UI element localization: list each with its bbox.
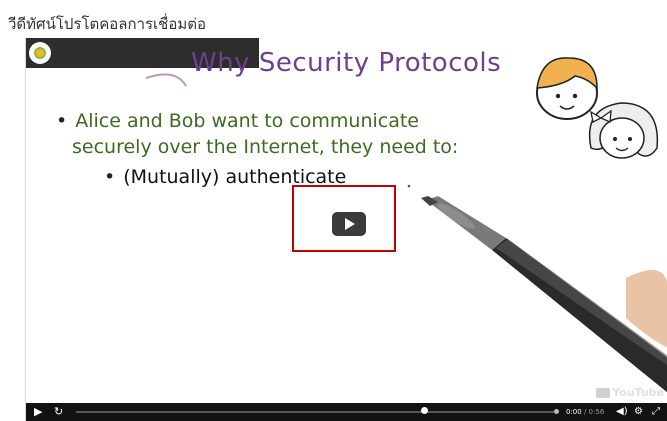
progress-marker[interactable] [421, 407, 428, 414]
page-title: วีดีทัศน์โปรโตคอลการเชื่อมต่อ [8, 15, 207, 33]
youtube-watermark[interactable]: YouTube [596, 386, 664, 399]
bullet-dot: • [104, 166, 116, 188]
pen-image [421, 196, 667, 393]
volume-icon[interactable]: ◀) [616, 405, 628, 419]
bullet-1-line-1: Alice and Bob want to communicate [75, 110, 419, 132]
video-top-actions: ◷ ➦ [592, 44, 662, 58]
youtube-watermark-text: YouTube [612, 386, 664, 399]
control-play-icon[interactable]: ▶ [34, 405, 42, 419]
bullet-1-line-2: securely over the Internet, they need to… [72, 136, 459, 158]
channel-logo-icon[interactable] [29, 42, 51, 64]
slide-heading: Why Security Protocols [191, 48, 502, 78]
scrubber-handle[interactable] [554, 409, 559, 414]
replay-icon[interactable]: ↻ [54, 405, 63, 419]
time-display: 0:00 / 0:56 [566, 406, 604, 418]
youtube-logo-icon [596, 387, 611, 398]
control-bar: ▶ ↻ 0:00 / 0:56 ◀) ⚙ ⤢ [26, 403, 667, 421]
bullet-dot: • [56, 110, 68, 132]
bob-avatar [536, 57, 598, 120]
slide-dot [407, 184, 411, 188]
progress-bar[interactable] [76, 411, 556, 413]
duration: / 0:56 [583, 408, 605, 416]
watch-later-button[interactable]: ◷ [592, 44, 618, 58]
clock-icon: ◷ [598, 43, 612, 59]
fullscreen-icon[interactable]: ⤢ [652, 405, 660, 419]
slide-bullet-1: • Alice and Bob want to communicate secur… [56, 108, 458, 160]
settings-icon[interactable]: ⚙ [634, 405, 643, 419]
video-player[interactable]: ◷ ➦ Why Security Protocols • Alice and Bo… [25, 38, 667, 421]
current-time: 0:00 [566, 408, 582, 416]
share-icon: ➦ [643, 43, 655, 59]
slide-scribble [145, 73, 187, 87]
alice-avatar [588, 102, 659, 159]
highlight-box [292, 185, 396, 252]
share-button[interactable]: ➦ [636, 44, 662, 58]
